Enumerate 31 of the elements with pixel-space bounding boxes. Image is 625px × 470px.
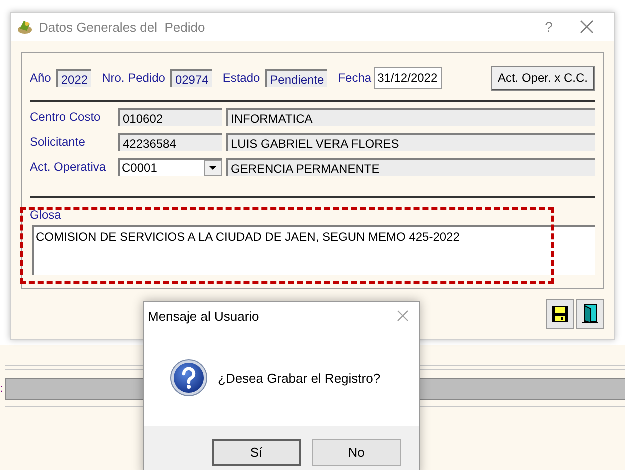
field-label: Centro Costo [30,110,102,124]
text-field[interactable]: INFORMATICA [226,108,595,126]
exit-button[interactable] [576,299,604,329]
field-label: Nro. Pedido [102,71,166,85]
door-icon [581,304,599,324]
question-icon [170,359,208,397]
text-area[interactable]: COMISION DE SERVICIOS A LA CIUDAD DE JAEN, SEGUN MEMO 425-2022 [32,225,595,275]
text-field[interactable]: 010602 [118,108,222,126]
field-label: Estado [222,71,260,85]
text-field[interactable]: LUIS GABRIEL VERA FLORES [226,133,595,151]
save-button[interactable] [546,299,574,329]
text-field[interactable]: 31/12/2022 [374,67,442,89]
dialog-message: ¿Desea Grabar el Registro? [218,370,381,386]
dialog-button[interactable]: Sí [212,439,301,466]
close-icon[interactable] [580,20,594,34]
act-oper-button[interactable]: Act. Oper. x C.C. [490,66,595,90]
text-field[interactable]: GERENCIA PERMANENTE [226,158,595,176]
field-label: Glosa [30,208,62,222]
help-button[interactable]: ? [524,19,574,35]
app-icon [17,19,33,35]
dialog-button[interactable]: No [312,439,401,466]
field-label: Fecha [338,71,372,85]
close-icon[interactable] [397,310,409,322]
text-field[interactable]: 42236584 [118,133,222,151]
dropdown[interactable]: C0001 [118,158,222,176]
field-label: Act. Operativa [30,160,108,174]
dialog-title: Mensaje al Usuario [148,308,260,324]
field-label: : [0,383,4,395]
field-label: Solicitante [30,135,86,149]
window-title: Datos Generales del Pedido [39,20,206,34]
field-label: Año [30,71,52,85]
